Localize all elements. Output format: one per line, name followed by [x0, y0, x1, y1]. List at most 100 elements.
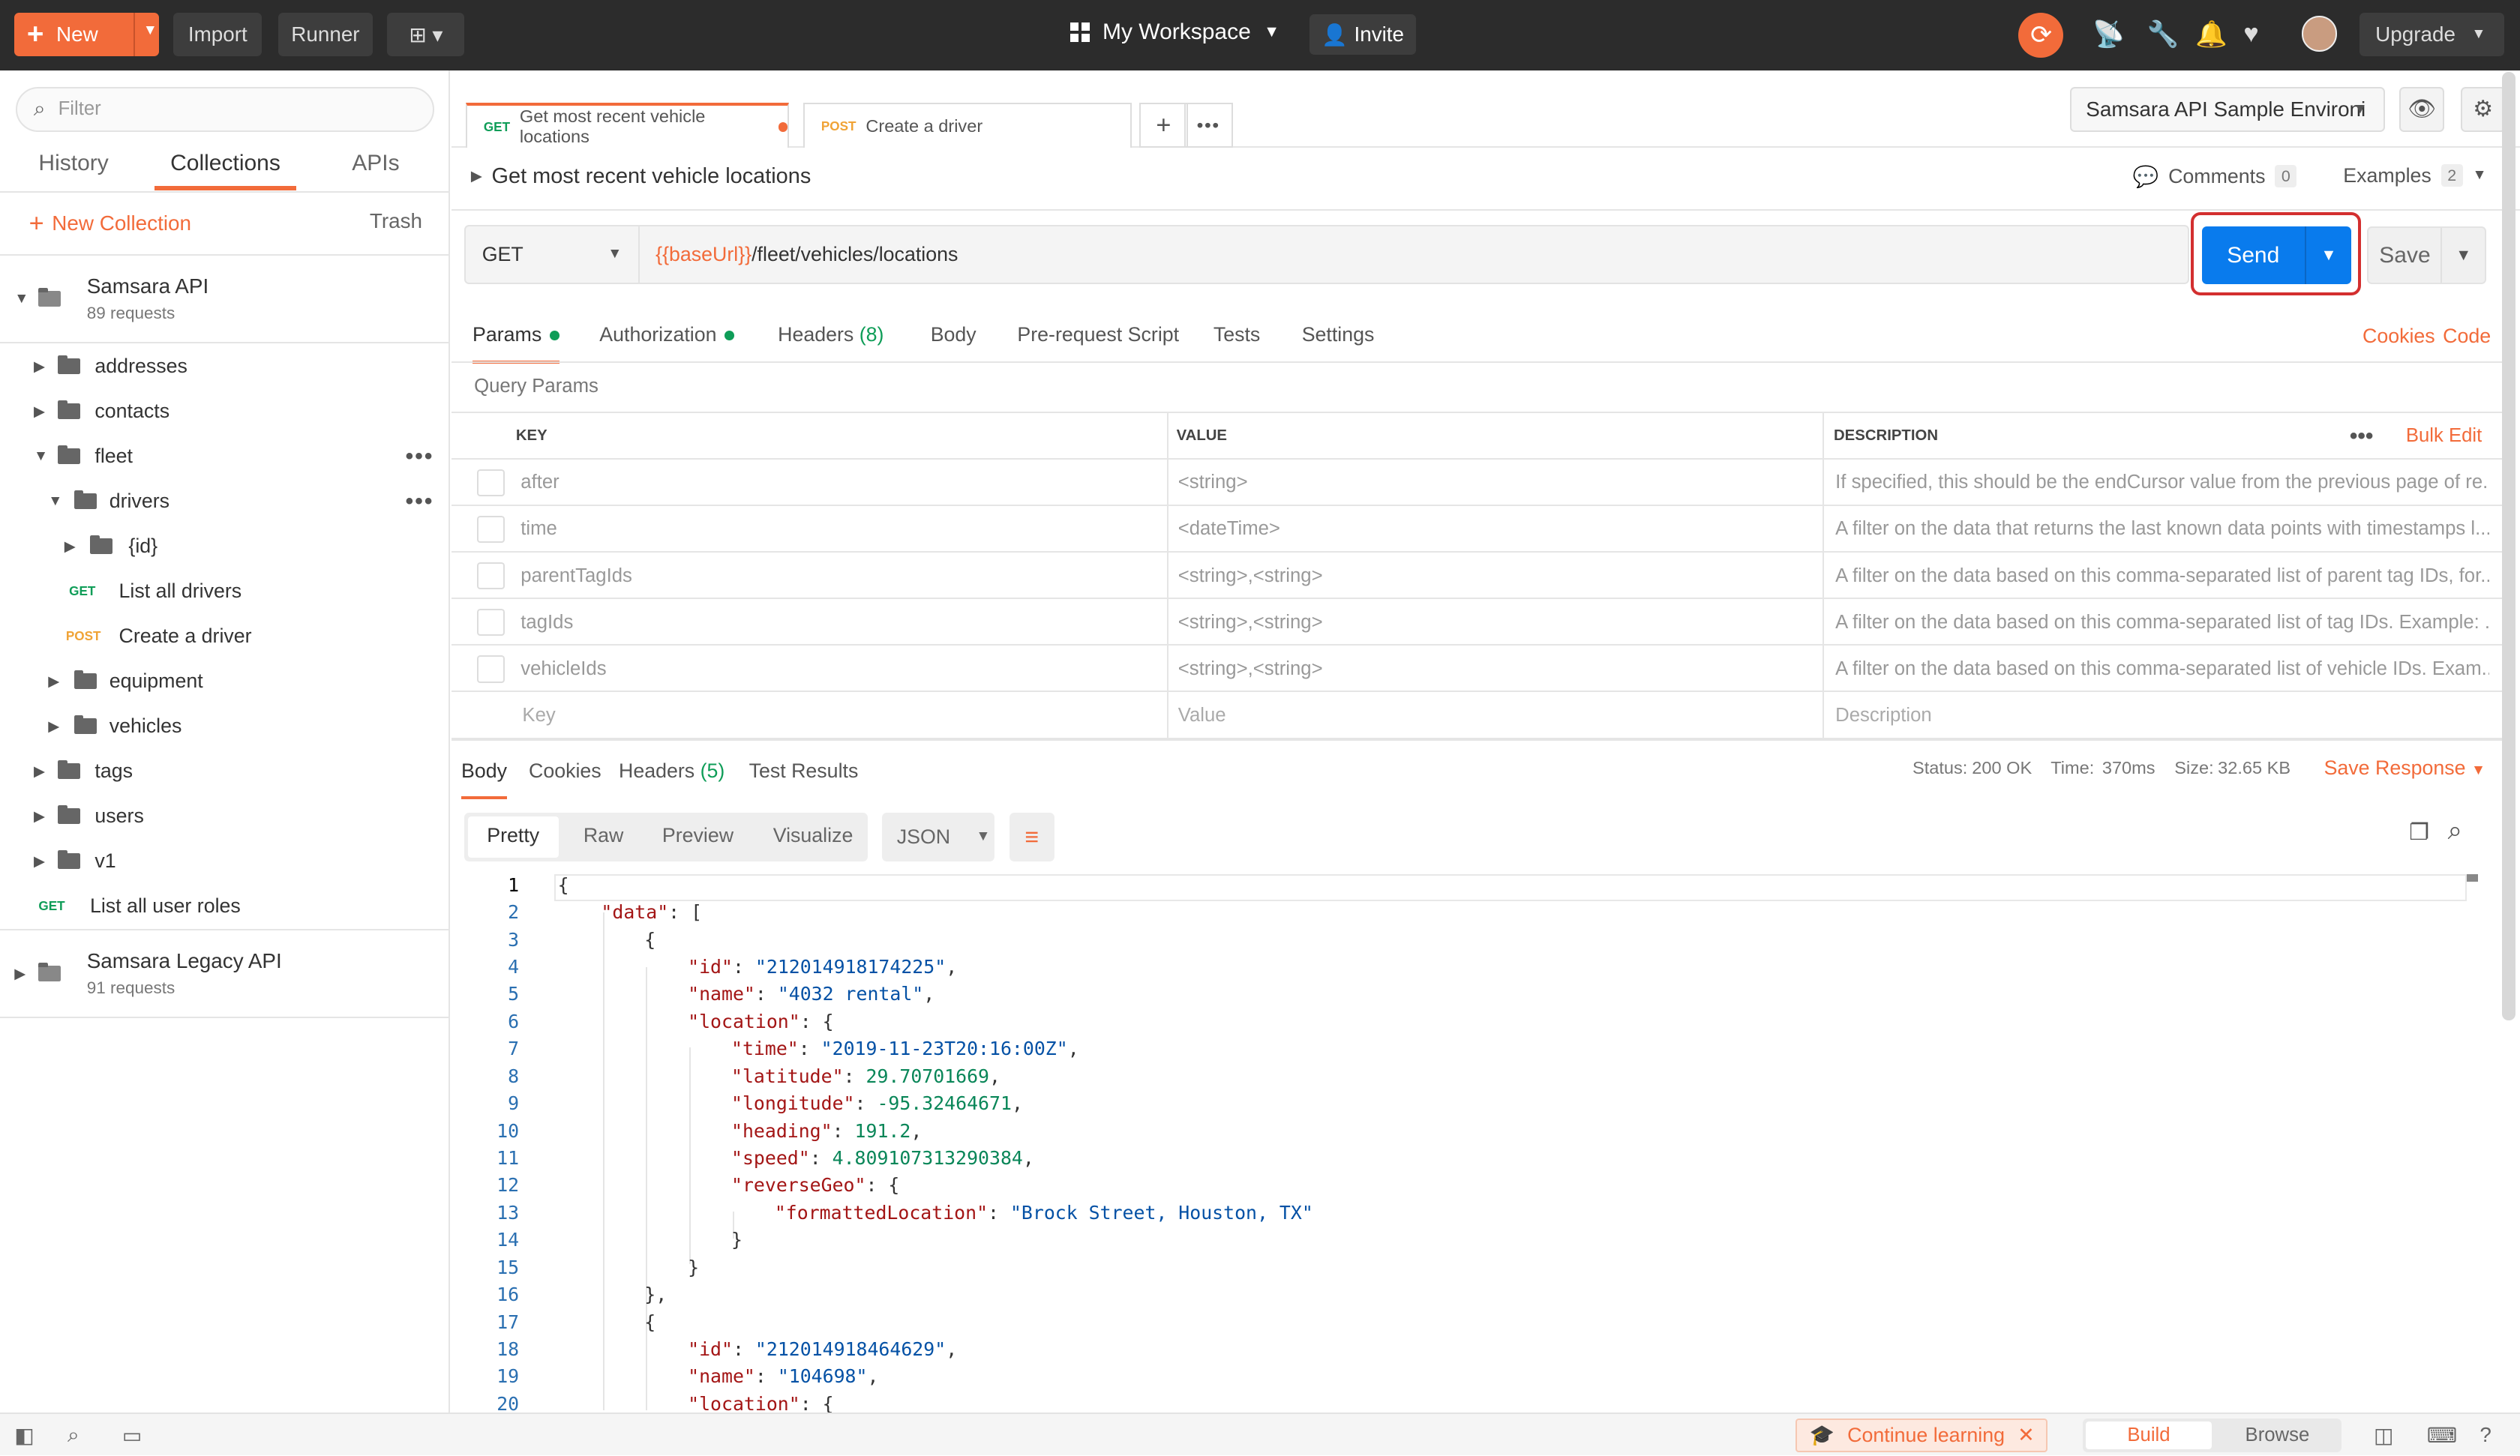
wrench-icon[interactable]: 🔧 — [2147, 19, 2180, 49]
param-value[interactable]: <string>,<string> — [1178, 599, 1813, 646]
folder-tags[interactable]: ▶ tags — [0, 749, 450, 794]
method-select[interactable]: GET ▼ — [466, 226, 640, 283]
param-value[interactable]: <string> — [1178, 460, 1813, 506]
folder-equipment[interactable]: ▶ equipment — [0, 659, 450, 704]
new-collection-button[interactable]: + New Collection — [29, 209, 191, 238]
filter-input[interactable]: ⌕ Filter — [16, 86, 434, 132]
trash-link[interactable]: Trash — [370, 209, 422, 233]
close-icon[interactable]: ✕ — [2018, 1424, 2034, 1447]
folder-users[interactable]: ▶ users — [0, 794, 450, 839]
format-visualize[interactable]: Visualize — [773, 824, 854, 847]
folder-id[interactable]: ▶ {id} — [0, 524, 450, 569]
param-checkbox[interactable] — [477, 469, 505, 496]
comments-button[interactable]: 💬 Comments 0 — [2133, 164, 2297, 189]
more-icon[interactable]: ••• — [406, 444, 434, 469]
browse-button[interactable]: Browse — [2215, 1422, 2340, 1449]
code-link[interactable]: Code — [2443, 325, 2491, 348]
upgrade-button[interactable]: Upgrade ▼ — [2359, 13, 2504, 56]
tab-prerequest[interactable]: Pre-request Script — [1017, 323, 1179, 346]
value-input[interactable]: Value — [1178, 692, 1226, 738]
response-body-editor[interactable]: 1 2 3 4 5 6 7 8 9 10 11 12 13 14 15 16 1… — [452, 873, 2486, 1413]
language-select[interactable]: JSON ▼ — [882, 813, 995, 861]
more-icon[interactable]: ••• — [2350, 413, 2374, 460]
heart-icon[interactable]: ♥ — [2243, 19, 2258, 49]
param-key[interactable]: after — [520, 460, 1155, 506]
wrap-lines-icon[interactable]: ≡ — [1009, 813, 1054, 861]
format-raw[interactable]: Raw — [584, 824, 624, 847]
continue-learning-button[interactable]: 🎓 Continue learning ✕ — [1795, 1418, 2048, 1452]
folder-v1[interactable]: ▶ v1 — [0, 839, 450, 884]
folder-contacts[interactable]: ▶ contacts — [0, 389, 450, 434]
tab-create-driver[interactable]: POST Create a driver — [803, 103, 1132, 148]
eye-icon[interactable]: 👁 — [2399, 86, 2445, 132]
param-value[interactable]: <string>,<string> — [1178, 553, 1813, 599]
format-preview[interactable]: Preview — [662, 824, 734, 847]
param-key[interactable]: time — [520, 506, 1155, 553]
send-button[interactable]: Send ▼ — [2201, 226, 2351, 285]
search-icon[interactable]: ⌕ — [2448, 816, 2462, 846]
tab-body[interactable]: Body — [931, 323, 976, 346]
console-icon[interactable]: ▭ — [122, 1423, 142, 1448]
environment-select[interactable]: Samsara API Sample Environi ▼ — [2069, 86, 2385, 132]
avatar[interactable] — [2301, 16, 2337, 52]
tab-collections[interactable]: Collections — [154, 151, 297, 191]
request-list-all-drivers[interactable]: GET List all drivers — [0, 569, 450, 614]
tab-authorization[interactable]: Authorization — [599, 323, 735, 346]
chevron-down-icon[interactable]: ▼ — [2440, 228, 2485, 283]
param-value[interactable]: <string>,<string> — [1178, 646, 1813, 692]
chevron-down-icon[interactable]: ▼ — [2304, 226, 2351, 285]
tab-params[interactable]: Params — [472, 323, 560, 364]
folder-addresses[interactable]: ▶ addresses — [0, 344, 450, 389]
param-value[interactable]: <dateTime> — [1178, 506, 1813, 553]
description-input[interactable]: Description — [1835, 692, 1932, 738]
tab-history[interactable]: History — [38, 151, 108, 176]
request-create-driver[interactable]: POST Create a driver — [0, 614, 450, 659]
examples-button[interactable]: Examples 2 ▼ — [2343, 164, 2487, 187]
chevron-down-icon[interactable]: ▼ — [143, 22, 158, 39]
find-replace-icon[interactable]: ⌕ — [68, 1423, 80, 1448]
param-key[interactable]: vehicleIds — [520, 646, 1155, 692]
two-pane-icon[interactable]: ◫ — [2374, 1423, 2393, 1448]
tab-get-vehicle-locations[interactable]: GET Get most recent vehicle locations — [466, 103, 790, 148]
gear-icon[interactable]: ⚙ — [2460, 86, 2506, 132]
help-icon[interactable]: ? — [2480, 1423, 2492, 1447]
format-pretty[interactable]: Pretty — [467, 816, 559, 858]
bulk-edit-link[interactable]: Bulk Edit — [2406, 413, 2482, 460]
cookies-link[interactable]: Cookies — [2362, 325, 2435, 348]
key-input[interactable]: Key — [522, 692, 555, 738]
param-description[interactable]: A filter on the data that returns the la… — [1835, 506, 2489, 553]
param-key[interactable]: tagIds — [520, 599, 1155, 646]
folder-fleet[interactable]: ▼ fleet ••• — [0, 434, 450, 479]
request-title[interactable]: ▶ Get most recent vehicle locations — [471, 164, 811, 189]
param-description[interactable]: A filter on the data based on this comma… — [1835, 646, 2489, 692]
param-description[interactable]: A filter on the data based on this comma… — [1835, 599, 2489, 646]
param-description[interactable]: A filter on the data based on this comma… — [1835, 553, 2489, 599]
tab-headers[interactable]: Headers (8) — [778, 323, 884, 346]
tab-response-body[interactable]: Body — [460, 759, 507, 799]
request-list-user-roles[interactable]: GET List all user roles — [0, 884, 450, 929]
param-description[interactable]: If specified, this should be the endCurs… — [1835, 460, 2489, 506]
folder-drivers[interactable]: ▼ drivers ••• — [0, 479, 450, 524]
folder-vehicles[interactable]: ▶ vehicles — [0, 704, 450, 749]
new-button[interactable]: + New ▼ — [14, 13, 160, 56]
new-window-button[interactable]: ⊞ ▾ — [387, 13, 465, 56]
workspace-switcher[interactable]: My Workspace ▼ — [1070, 19, 1280, 45]
invite-button[interactable]: 👤 Invite — [1310, 14, 1416, 55]
sync-icon[interactable]: ⟳ — [2018, 13, 2064, 58]
param-checkbox[interactable] — [477, 515, 505, 544]
satellite-icon[interactable]: 📡 — [2092, 19, 2125, 49]
tab-test-results[interactable]: Test Results — [749, 759, 859, 783]
collection-samsara-api[interactable]: ▼ Samsara API 89 requests — [0, 263, 450, 334]
bell-icon[interactable]: 🔔 — [2195, 19, 2228, 49]
main-scrollbar[interactable] — [2502, 72, 2516, 1020]
add-tab-button[interactable]: + — [1139, 103, 1188, 148]
sidebar-toggle-icon[interactable]: ◧ — [14, 1423, 34, 1448]
more-icon[interactable]: ••• — [406, 489, 434, 514]
collection-samsara-legacy-api[interactable]: ▶ Samsara Legacy API 91 requests — [0, 938, 450, 1008]
build-button[interactable]: Build — [2086, 1422, 2212, 1449]
param-checkbox[interactable] — [477, 608, 505, 637]
import-button[interactable]: Import — [173, 13, 262, 56]
keyboard-icon[interactable]: ⌨ — [2427, 1423, 2457, 1448]
tab-tests[interactable]: Tests — [1214, 323, 1260, 346]
runner-button[interactable]: Runner — [278, 13, 374, 56]
